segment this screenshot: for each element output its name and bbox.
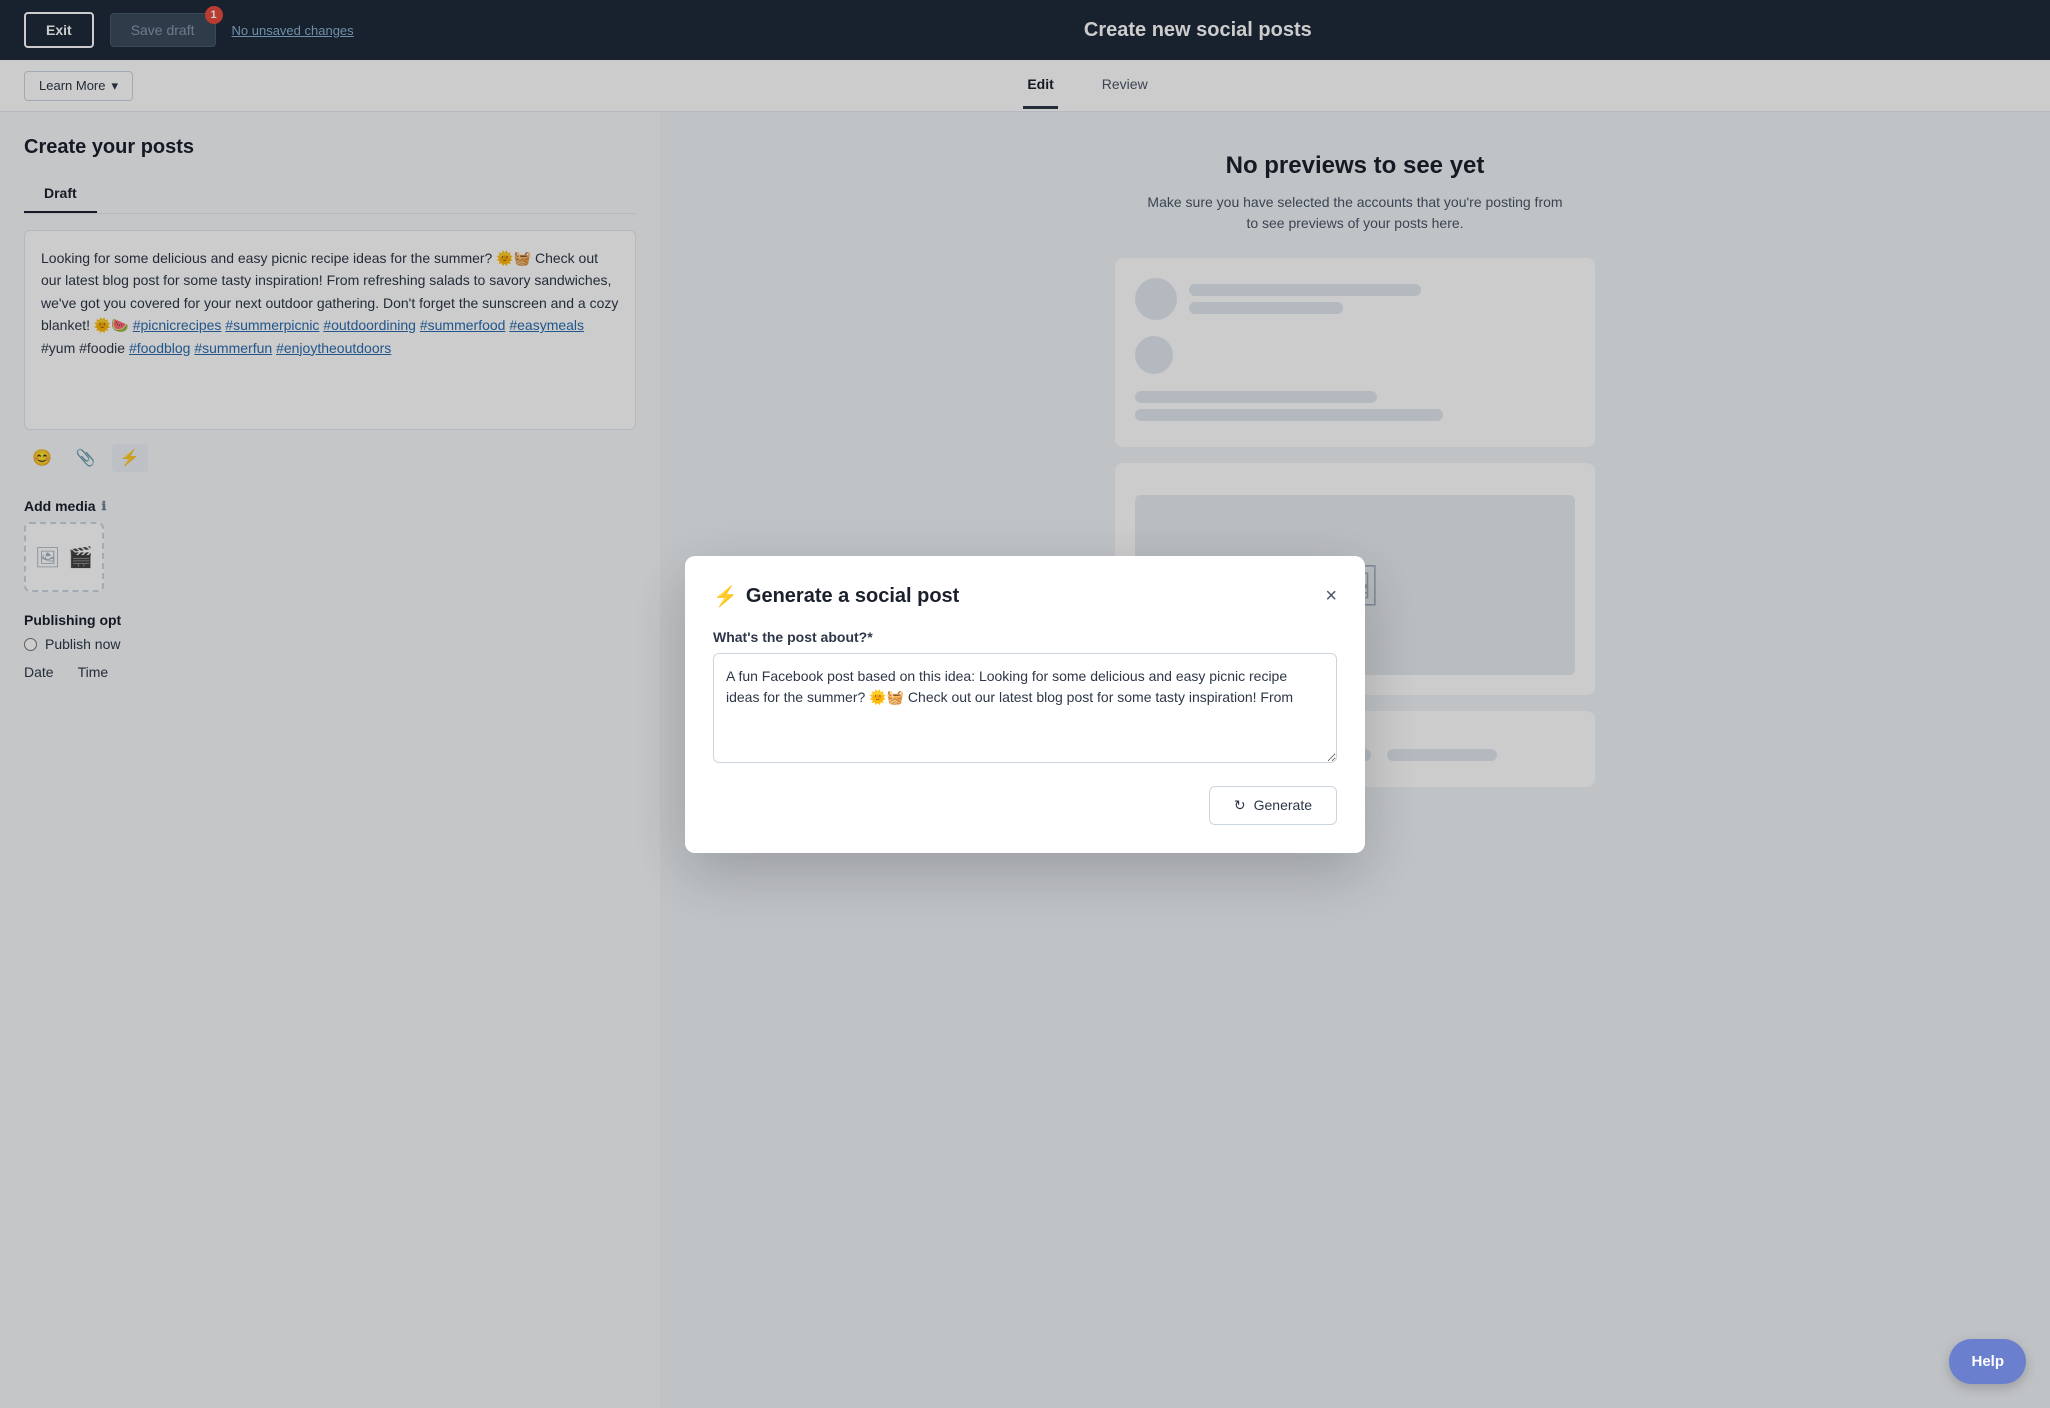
modal-close-button[interactable]: × <box>1325 586 1337 606</box>
generate-post-modal: ⚡ Generate a social post × What's the po… <box>685 556 1365 853</box>
generate-label: Generate <box>1254 797 1312 813</box>
modal-title: ⚡ Generate a social post <box>713 584 959 609</box>
help-button[interactable]: Help <box>1949 1339 2026 1384</box>
generate-icon: ↻ <box>1234 797 1246 814</box>
generate-button[interactable]: ↻ Generate <box>1209 786 1337 825</box>
lightning-icon: ⚡ <box>713 584 738 609</box>
modal-title-text: Generate a social post <box>746 585 959 608</box>
modal-header: ⚡ Generate a social post × <box>713 584 1337 609</box>
modal-footer: ↻ Generate <box>713 786 1337 825</box>
modal-overlay[interactable]: ⚡ Generate a social post × What's the po… <box>0 0 2050 1408</box>
modal-question-label: What's the post about?* <box>713 629 1337 645</box>
modal-post-textarea[interactable]: A fun Facebook post based on this idea: … <box>713 653 1337 763</box>
